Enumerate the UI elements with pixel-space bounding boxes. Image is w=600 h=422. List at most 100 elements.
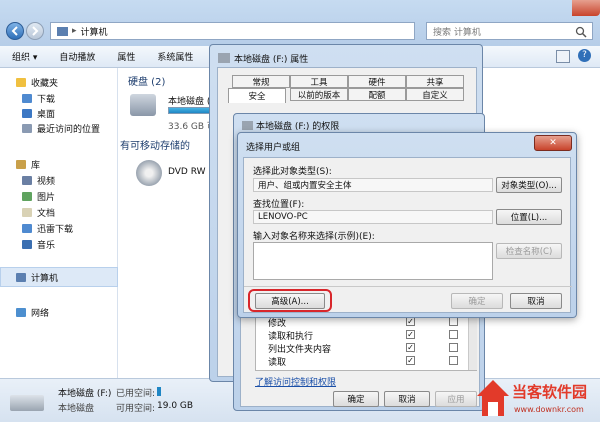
- nav-favorites[interactable]: 收藏夹: [16, 76, 58, 89]
- view-options-icon[interactable]: [556, 50, 570, 63]
- access-control-link[interactable]: 了解访问控制和权限: [255, 375, 336, 388]
- help-icon[interactable]: ?: [578, 49, 591, 62]
- permissions-ok-button[interactable]: 确定: [333, 391, 379, 407]
- perm-read-execute: 读取和执行: [268, 332, 314, 342]
- allow-list-folder-checkbox[interactable]: ✓: [406, 343, 415, 352]
- deny-list-folder-checkbox[interactable]: [449, 343, 458, 352]
- select-ok-button[interactable]: 确定: [451, 293, 503, 309]
- close-icon: ✕: [549, 138, 557, 148]
- explorer-close-button[interactable]: [572, 0, 600, 16]
- deny-read-checkbox[interactable]: [449, 356, 458, 365]
- select-cancel-button[interactable]: 取消: [510, 293, 562, 309]
- dvd-icon: [136, 160, 162, 186]
- tab-quota[interactable]: 配额: [348, 88, 406, 101]
- pictures-icon: [22, 192, 32, 201]
- tab-security[interactable]: 安全: [228, 88, 286, 103]
- back-button[interactable]: [6, 22, 24, 40]
- computer-icon: [57, 26, 68, 36]
- desktop-icon: [22, 109, 32, 118]
- nav-video[interactable]: 视频: [22, 174, 55, 187]
- section-removable: 有可移动存储的: [120, 141, 190, 152]
- disk-usage-bar: [168, 107, 212, 114]
- object-type-field: 用户、组或内置安全主体: [253, 178, 493, 192]
- nav-xunlei[interactable]: 迅雷下载: [22, 222, 73, 235]
- nav-library[interactable]: 库: [16, 158, 40, 171]
- hard-disk-icon: [130, 94, 156, 116]
- properties-disk-icon: [218, 53, 230, 63]
- permission-list-scrollbar[interactable]: [468, 312, 477, 370]
- watermark-name: 当客软件园: [512, 383, 588, 401]
- select-dialog-body: 选择此对象类型(S): 用户、组或内置安全主体 对象类型(O)... 查找位置(…: [243, 157, 572, 313]
- object-types-button[interactable]: 对象类型(O)...: [496, 177, 562, 193]
- deny-read-execute-checkbox[interactable]: [449, 330, 458, 339]
- arrow-right-icon: [32, 26, 39, 36]
- nav-docs[interactable]: 文档: [22, 206, 55, 219]
- status-disk-type: 本地磁盘: [58, 404, 95, 414]
- tab-sharing[interactable]: 共享: [406, 75, 464, 88]
- dialog-close-button[interactable]: ✕: [534, 135, 572, 151]
- status-free-label: 可用空间:: [116, 404, 156, 414]
- tab-tools[interactable]: 工具: [290, 75, 348, 88]
- nav-pictures[interactable]: 图片: [22, 190, 55, 203]
- house-logo-icon: [477, 380, 509, 416]
- nav-desktop[interactable]: 桌面: [22, 107, 55, 120]
- recent-places-icon: [22, 124, 32, 133]
- toolbar-autoplay[interactable]: 自动播放: [59, 50, 95, 63]
- allow-read-execute-checkbox[interactable]: ✓: [406, 330, 415, 339]
- watermark-url: www.downkr.com: [514, 405, 584, 414]
- advanced-button[interactable]: 高级(A)...: [255, 293, 325, 309]
- tab-general[interactable]: 常规: [232, 75, 290, 88]
- dialog-divider: [244, 286, 572, 287]
- search-placeholder: 搜索 计算机: [433, 27, 481, 38]
- object-name-label: 输入对象名称来选择(示例)(E):: [253, 232, 375, 242]
- dvd-label[interactable]: DVD RW: [168, 167, 206, 177]
- permission-list: 修改 读取和执行 列出文件夹内容 读取 ✓ ✓ ✓ ✓: [255, 311, 477, 371]
- address-bar[interactable]: ▸ 计算机: [50, 22, 415, 40]
- permissions-cancel-button[interactable]: 取消: [384, 391, 430, 407]
- status-free-value: 19.0 GB: [157, 401, 194, 411]
- locations-button[interactable]: 位置(L)...: [496, 209, 562, 225]
- search-icon: [575, 26, 587, 38]
- perm-read: 读取: [268, 358, 287, 368]
- toolbar-properties[interactable]: 属性: [117, 50, 135, 63]
- object-name-input[interactable]: [253, 242, 493, 280]
- tab-hardware[interactable]: 硬件: [348, 75, 406, 88]
- toolbar-system-properties[interactable]: 系统属性: [157, 50, 193, 63]
- tab-customize[interactable]: 自定义: [406, 88, 464, 101]
- arrow-left-icon: [11, 26, 18, 36]
- object-type-label: 选择此对象类型(S):: [253, 167, 332, 177]
- tab-previous-versions[interactable]: 以前的版本: [290, 88, 348, 101]
- nav-computer[interactable]: 计算机: [16, 271, 58, 284]
- allow-read-checkbox[interactable]: ✓: [406, 356, 415, 365]
- status-used-label: 已用空间:: [116, 389, 156, 399]
- check-names-button[interactable]: 检查名称(C): [496, 243, 562, 259]
- status-disk-name: 本地磁盘 (F:): [58, 389, 112, 399]
- download-folder-icon: [22, 94, 32, 103]
- chevron-right-icon: ▸: [72, 26, 77, 36]
- star-icon: [16, 78, 26, 87]
- forward-button[interactable]: [26, 22, 44, 40]
- section-hard-disks: 硬盘 (2): [128, 77, 166, 88]
- window-controls: [540, 0, 600, 18]
- permissions-disk-icon: [242, 121, 253, 130]
- location-label: 查找位置(F):: [253, 200, 305, 210]
- disk-label[interactable]: 本地磁盘 (: [168, 94, 210, 107]
- library-icon: [16, 160, 26, 169]
- search-input[interactable]: 搜索 计算机: [426, 22, 593, 40]
- watermark: 当客软件园 www.downkr.com: [474, 378, 598, 420]
- properties-title: 本地磁盘 (F:) 属性: [234, 55, 309, 65]
- video-icon: [22, 176, 32, 185]
- deny-modify-checkbox[interactable]: [449, 317, 458, 326]
- navigation-pane: 收藏夹 下载 桌面 最近访问的位置 库 视频 图片 文档 迅雷下载 音乐 计算机…: [0, 68, 118, 378]
- toolbar-organize[interactable]: 组织 ▾: [12, 50, 37, 63]
- nav-music[interactable]: 音乐: [22, 238, 55, 251]
- perm-list-folder: 列出文件夹内容: [268, 345, 332, 355]
- nav-download[interactable]: 下载: [22, 92, 55, 105]
- documents-icon: [22, 208, 32, 217]
- permissions-apply-button[interactable]: 应用: [435, 391, 477, 407]
- select-dialog-title: 选择用户或组: [246, 143, 301, 153]
- address-text: 计算机: [80, 27, 108, 38]
- nav-recent[interactable]: 最近访问的位置: [22, 122, 100, 135]
- nav-network[interactable]: 网络: [16, 306, 49, 319]
- allow-modify-checkbox[interactable]: ✓: [406, 317, 415, 326]
